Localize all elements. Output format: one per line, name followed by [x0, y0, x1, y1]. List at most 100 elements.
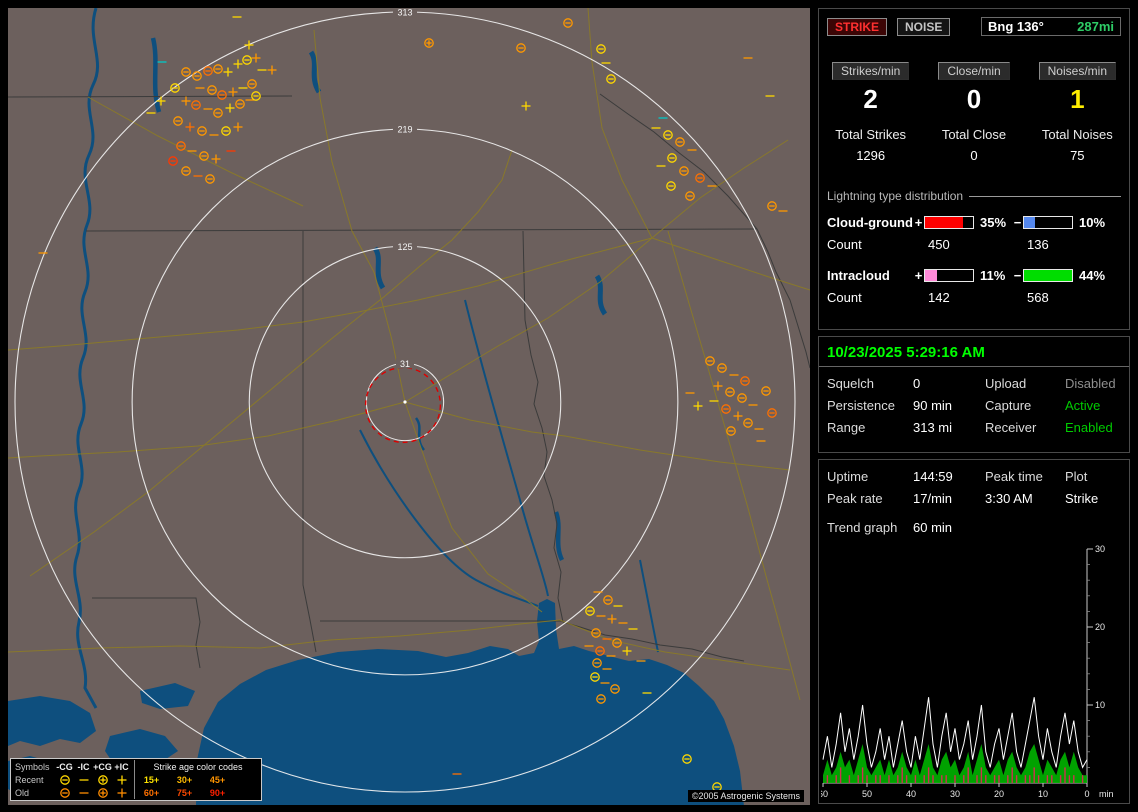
- peak-rate-value: 17/min: [913, 491, 953, 506]
- strikes-per-min-button[interactable]: Strikes/min: [831, 62, 910, 80]
- recent-pos-ic-icon: [112, 774, 131, 786]
- peak-time-value: 3:30 AM: [985, 491, 1033, 506]
- total-noises-cell: Total Noises 75: [1026, 127, 1129, 163]
- lightning-map[interactable]: 313 219 125 31 Symbols -CG -IC +CG +IC Stri…: [8, 8, 810, 805]
- map-canvas: 313 219 125 31: [8, 8, 810, 805]
- squelch-label: Squelch: [827, 376, 874, 391]
- svg-text:0: 0: [1084, 789, 1089, 799]
- range-value: 313 mi: [913, 420, 953, 435]
- legend-old-row: Old 60+ 75+ 90+: [11, 786, 261, 799]
- legend-col-pos-ic: +IC: [114, 761, 129, 772]
- svg-text:min: min: [1099, 789, 1114, 799]
- distance-value: 287mi: [1077, 19, 1114, 34]
- legend-age-header: Strike age color codes: [153, 761, 243, 772]
- intracloud-count-row: Count 142 568: [827, 290, 1121, 305]
- ic-minus-count: 568: [1027, 290, 1049, 305]
- cloud-ground-row: Cloud-ground + 35% − 10%: [827, 215, 1121, 230]
- noise-button[interactable]: NOISE: [897, 17, 951, 36]
- bearing-value: Bng 136°: [988, 19, 1044, 34]
- age-90: 90+: [209, 787, 226, 798]
- bearing-display: Bng 136° 287mi: [981, 17, 1121, 36]
- total-strikes-value: 1296: [856, 148, 886, 163]
- age-15: 15+: [143, 774, 160, 785]
- age-30: 30+: [176, 774, 193, 785]
- svg-text:10: 10: [1038, 789, 1048, 799]
- status-grid: Squelch 0 Upload Disabled Persistence 90…: [827, 376, 1121, 435]
- svg-text:219: 219: [397, 125, 412, 135]
- close-per-min-value: 0: [966, 84, 982, 114]
- minus-sign: −: [1013, 268, 1022, 283]
- cloud-ground-label: Cloud-ground: [827, 215, 913, 230]
- legend-header-row: Symbols -CG -IC +CG +IC Strike age color…: [11, 760, 261, 773]
- total-noises-value: 75: [1070, 148, 1085, 163]
- uptime-label: Uptime: [827, 469, 869, 484]
- svg-text:313: 313: [397, 8, 412, 18]
- datetime-display: 10/23/2025 5:29:16 AM: [819, 337, 1129, 367]
- svg-text:40: 40: [906, 789, 916, 799]
- legend-col-neg-ic: -IC: [77, 761, 90, 772]
- total-counters: Total Strikes 1296 Total Close 0 Total N…: [819, 127, 1129, 163]
- svg-text:20: 20: [1095, 622, 1105, 632]
- copyright-text: ©2005 Astrogenic Systems: [687, 790, 804, 802]
- toolbar: STRIKE NOISE Bng 136° 287mi: [827, 17, 1121, 36]
- persistence-value: 90 min: [913, 398, 953, 413]
- svg-text:60: 60: [821, 789, 828, 799]
- total-strikes-cell: Total Strikes 1296: [819, 127, 922, 163]
- close-per-min-button[interactable]: Close/min: [938, 62, 1010, 80]
- plot-value: Strike: [1065, 491, 1099, 506]
- svg-text:30: 30: [950, 789, 960, 799]
- plus-sign: +: [914, 215, 923, 230]
- legend-old-label: Old: [15, 787, 30, 798]
- capture-status: Active: [1065, 398, 1101, 413]
- close-per-min-cell: Close/min 0: [922, 62, 1025, 115]
- peak-rate-label: Peak rate: [827, 491, 883, 506]
- status-panel: 10/23/2025 5:29:16 AM Squelch 0 Upload D…: [818, 336, 1130, 453]
- cg-minus-count: 136: [1027, 237, 1049, 252]
- ic-plus-pct: 11%: [980, 268, 1006, 283]
- capture-label: Capture: [985, 398, 1032, 413]
- old-neg-ic-icon: [74, 787, 93, 799]
- ic-minus-pct: 44%: [1079, 268, 1106, 283]
- total-noises-label: Total Noises: [1041, 127, 1113, 142]
- uptime-grid: Uptime 144:59 Peak time Plot Peak rate 1…: [827, 469, 1121, 506]
- svg-text:20: 20: [994, 789, 1004, 799]
- trend-graph: 10 20 30 60 50 40 30 20 10 0 min: [821, 544, 1114, 799]
- total-strikes-label: Total Strikes: [835, 127, 907, 142]
- plus-sign: +: [914, 268, 923, 283]
- total-close-cell: Total Close 0: [922, 127, 1025, 163]
- noises-per-min-button[interactable]: Noises/min: [1038, 62, 1116, 80]
- age-75: 75+: [176, 787, 193, 798]
- map-roads: [8, 8, 810, 701]
- legend-col-neg-cg: -CG: [56, 761, 73, 772]
- strikes-per-min-value: 2: [863, 84, 878, 114]
- total-close-value: 0: [970, 148, 978, 163]
- receiver-label: Receiver: [985, 420, 1037, 435]
- svg-text:30: 30: [1095, 544, 1105, 554]
- trend-panel: Uptime 144:59 Peak time Plot Peak rate 1…: [818, 459, 1130, 804]
- recent-neg-ic-icon: [74, 774, 93, 786]
- cloud-ground-count-row: Count 450 136: [827, 237, 1121, 252]
- ic-plus-bar: [924, 269, 974, 282]
- map-state-borders: [8, 93, 810, 669]
- ic-minus-bar: [1023, 269, 1073, 282]
- distribution-title: Lightning type distribution: [827, 189, 1121, 203]
- legend-col-pos-cg: +CG: [93, 761, 112, 772]
- squelch-value: 0: [913, 376, 921, 391]
- cg-plus-count: 450: [928, 237, 950, 252]
- intracloud-label: Intracloud: [827, 268, 890, 283]
- age-60: 60+: [143, 787, 160, 798]
- legend-symbols-header: Symbols: [15, 761, 50, 772]
- legend-recent-label: Recent: [15, 774, 44, 785]
- trend-header: Trend graph 60 min: [827, 520, 1121, 535]
- svg-text:50: 50: [862, 789, 872, 799]
- upload-label: Upload: [985, 376, 1027, 391]
- old-pos-cg-icon: [93, 787, 112, 799]
- uptime-value: 144:59: [913, 469, 953, 484]
- svg-text:31: 31: [400, 359, 410, 369]
- peak-time-label: Peak time: [985, 469, 1043, 484]
- plot-label: Plot: [1065, 469, 1088, 484]
- minus-sign: −: [1013, 215, 1022, 230]
- receiver-status: Enabled: [1065, 420, 1113, 435]
- svg-text:10: 10: [1095, 700, 1105, 710]
- strike-button[interactable]: STRIKE: [827, 17, 888, 36]
